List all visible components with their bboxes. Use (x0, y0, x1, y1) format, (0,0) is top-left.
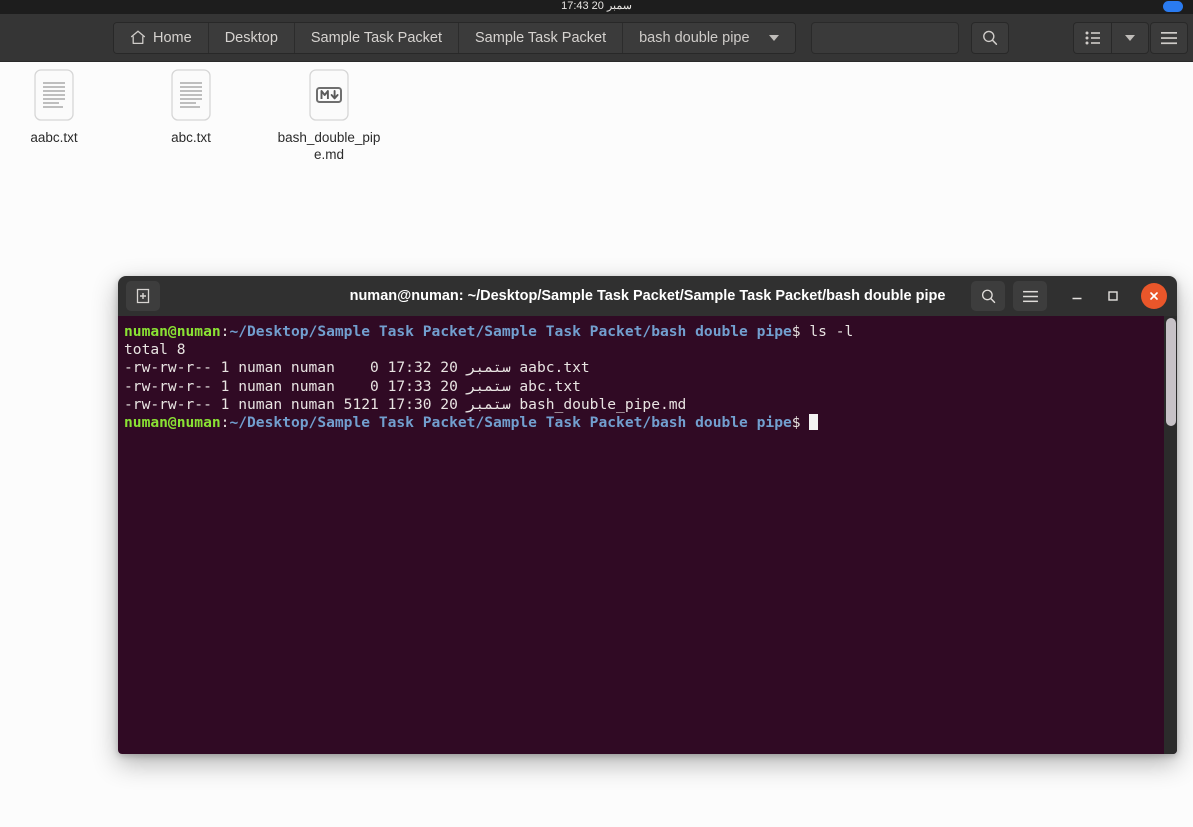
prompt-path: ~/Desktop/Sample Task Packet/Sample Task… (229, 414, 792, 432)
search-button[interactable] (970, 21, 1009, 54)
close-button[interactable] (1141, 283, 1167, 309)
list-view-button[interactable] (1073, 21, 1111, 54)
terminal-scrollbar-thumb[interactable] (1166, 318, 1176, 426)
breadcrumb-item-sample-task-packet-2[interactable]: Sample Task Packet (459, 22, 624, 53)
text-file-icon (171, 69, 211, 121)
breadcrumb-item-label: Sample Task Packet (310, 29, 442, 46)
chevron-down-icon[interactable] (768, 34, 779, 41)
terminal-window-controls (971, 281, 1167, 311)
breadcrumb-item-sample-task-packet-1[interactable]: Sample Task Packet (294, 22, 459, 53)
terminal-search-button[interactable] (971, 281, 1005, 311)
view-options-group (1073, 21, 1149, 54)
new-tab-button[interactable] (126, 281, 160, 311)
breadcrumb-item-bash-double-pipe[interactable]: bash double pipe (623, 22, 795, 53)
breadcrumb-item-label: Sample Task Packet (475, 29, 607, 46)
maximize-icon (1108, 291, 1118, 301)
system-clock[interactable]: 17:43 20 سمبر (561, 0, 632, 12)
terminal-titlebar[interactable]: numan@numan: ~/Desktop/Sample Task Packe… (118, 276, 1177, 316)
breadcrumb: Home Desktop Sample Task Packet Sample T… (113, 21, 796, 54)
prompt-symbol: $ (791, 323, 801, 340)
terminal-window[interactable]: numan@numan: ~/Desktop/Sample Task Packe… (118, 276, 1177, 754)
prompt-user-host: numan@numan (124, 323, 221, 340)
breadcrumb-item-label: Desktop (224, 29, 278, 46)
prompt-path: ~/Desktop/Sample Task Packet/Sample Task… (229, 323, 792, 340)
system-top-bar: 17:43 20 سمبر (0, 0, 1193, 14)
search-icon (982, 30, 997, 45)
terminal-scrollbar[interactable] (1164, 316, 1177, 754)
markdown-file-icon (309, 69, 349, 121)
text-file-icon (34, 69, 74, 121)
terminal-output-line-2: -rw-rw-r-- 1 numan numan 0 17:33 20 ستمب… (124, 377, 581, 395)
chevron-down-icon (1125, 34, 1135, 41)
list-view-icon (1085, 31, 1100, 44)
file-item-label: bash_double_pipe.md (277, 130, 381, 162)
minimize-icon (1072, 297, 1082, 300)
terminal-command: ls -l (800, 323, 854, 340)
main-menu-button[interactable] (1150, 21, 1188, 54)
prompt-symbol: $ (791, 414, 801, 432)
terminal-output-line-1: -rw-rw-r-- 1 numan numan 0 17:32 20 ستمب… (124, 359, 590, 377)
search-icon (981, 289, 995, 303)
hamburger-menu-icon (1022, 290, 1038, 302)
close-icon (1150, 292, 1158, 300)
maximize-button[interactable] (1099, 282, 1127, 310)
breadcrumb-item-label: Home (153, 29, 192, 46)
view-dropdown-button[interactable] (1111, 21, 1149, 54)
home-icon (130, 30, 146, 45)
terminal-output-line-3: -rw-rw-r-- 1 numan numan 5121 17:30 20 س… (124, 395, 687, 413)
terminal-output-line-total: total 8 (124, 341, 186, 359)
search-input[interactable] (810, 21, 959, 54)
new-tab-icon (136, 288, 150, 304)
file-manager-header: Home Desktop Sample Task Packet Sample T… (0, 14, 1193, 62)
file-item-bash-double-pipe[interactable]: bash_double_pipe.md (276, 69, 382, 163)
file-item-abc[interactable]: abc.txt (138, 69, 244, 146)
file-item-label: aabc.txt (30, 130, 78, 145)
terminal-body[interactable]: numan@numan:~/Desktop/Sample Task Packet… (118, 316, 1177, 754)
breadcrumb-item-home[interactable]: Home (114, 22, 209, 53)
breadcrumb-item-desktop[interactable]: Desktop (208, 22, 295, 53)
file-item-aabc[interactable]: aabc.txt (1, 69, 107, 146)
hamburger-menu-icon (1161, 31, 1177, 44)
network-indicator-icon[interactable] (1163, 1, 1183, 12)
terminal-output: numan@numan:~/Desktop/Sample Task Packet… (121, 323, 1177, 432)
prompt-user-host: numan@numan (124, 414, 221, 432)
terminal-cursor (809, 414, 819, 431)
breadcrumb-item-label: bash double pipe (639, 29, 750, 46)
terminal-menu-button[interactable] (1013, 281, 1047, 311)
minimize-button[interactable] (1063, 282, 1091, 310)
file-item-label: abc.txt (171, 130, 211, 145)
